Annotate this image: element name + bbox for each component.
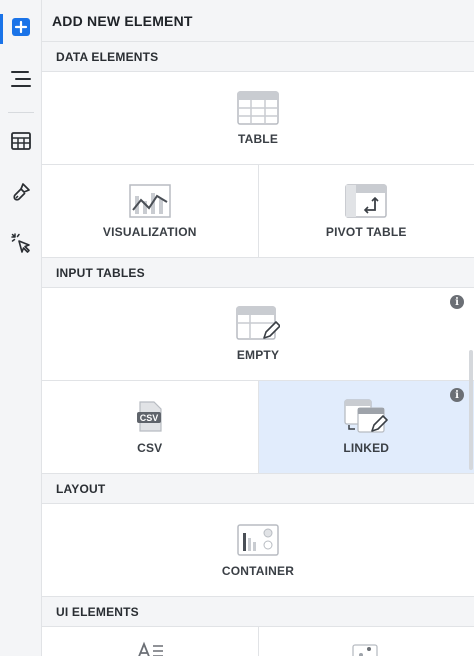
linked-table-icon <box>344 399 389 435</box>
empty-table-edit-icon <box>236 306 280 342</box>
text-element-tile[interactable] <box>42 627 258 656</box>
section-header-ui-elements: UI ELEMENTS <box>42 597 474 627</box>
section-header-input-tables: INPUT TABLES <box>42 258 474 288</box>
empty-input-table-tile[interactable]: i EMPTY <box>42 288 474 380</box>
csv-icon-text: CSV <box>139 413 158 423</box>
scrollbar-thumb[interactable] <box>469 350 473 470</box>
control-icon <box>352 641 380 656</box>
paintbrush-icon <box>11 182 31 207</box>
csv-tile[interactable]: CSV CSV <box>42 381 258 473</box>
chart-icon <box>129 183 171 219</box>
format-button[interactable] <box>0 176 42 212</box>
add-element-button[interactable] <box>0 11 42 47</box>
table-label: TABLE <box>237 132 279 146</box>
section-header-layout: LAYOUT <box>42 474 474 504</box>
table-tile[interactable]: TABLE <box>42 72 474 164</box>
csv-file-icon: CSV <box>136 399 164 435</box>
csv-label: CSV <box>137 441 163 455</box>
visualization-tile[interactable]: VISUALIZATION <box>42 165 258 257</box>
cursor-click-icon <box>10 232 32 259</box>
actions-button[interactable] <box>0 227 42 263</box>
control-element-tile[interactable] <box>257 627 474 656</box>
left-rail <box>0 0 42 656</box>
add-icon <box>11 17 31 42</box>
container-tile[interactable]: CONTAINER <box>42 504 474 596</box>
pivot-table-tile[interactable]: PIVOT TABLE <box>257 165 474 257</box>
container-label: CONTAINER <box>221 564 295 578</box>
linked-input-table-tile[interactable]: i LINKED <box>257 381 474 473</box>
linked-label: LINKED <box>343 441 390 455</box>
empty-label: EMPTY <box>236 348 280 362</box>
text-icon <box>136 641 164 656</box>
visualization-label: VISUALIZATION <box>102 225 197 239</box>
data-button[interactable] <box>0 125 42 161</box>
container-icon <box>237 522 279 558</box>
pivot-table-icon <box>345 183 387 219</box>
table-icon <box>11 131 31 155</box>
outline-icon <box>10 70 32 93</box>
info-icon[interactable]: i <box>450 388 464 402</box>
section-header-data-elements: DATA ELEMENTS <box>42 42 474 72</box>
table-element-icon <box>237 90 279 126</box>
pivot-table-label: PIVOT TABLE <box>325 225 407 239</box>
outline-button[interactable] <box>0 63 42 99</box>
panel-title: ADD NEW ELEMENT <box>42 0 474 42</box>
add-element-panel: ADD NEW ELEMENT DATA ELEMENTS TABLE VISU… <box>42 0 474 656</box>
info-icon[interactable]: i <box>450 295 464 309</box>
rail-divider <box>8 112 34 113</box>
